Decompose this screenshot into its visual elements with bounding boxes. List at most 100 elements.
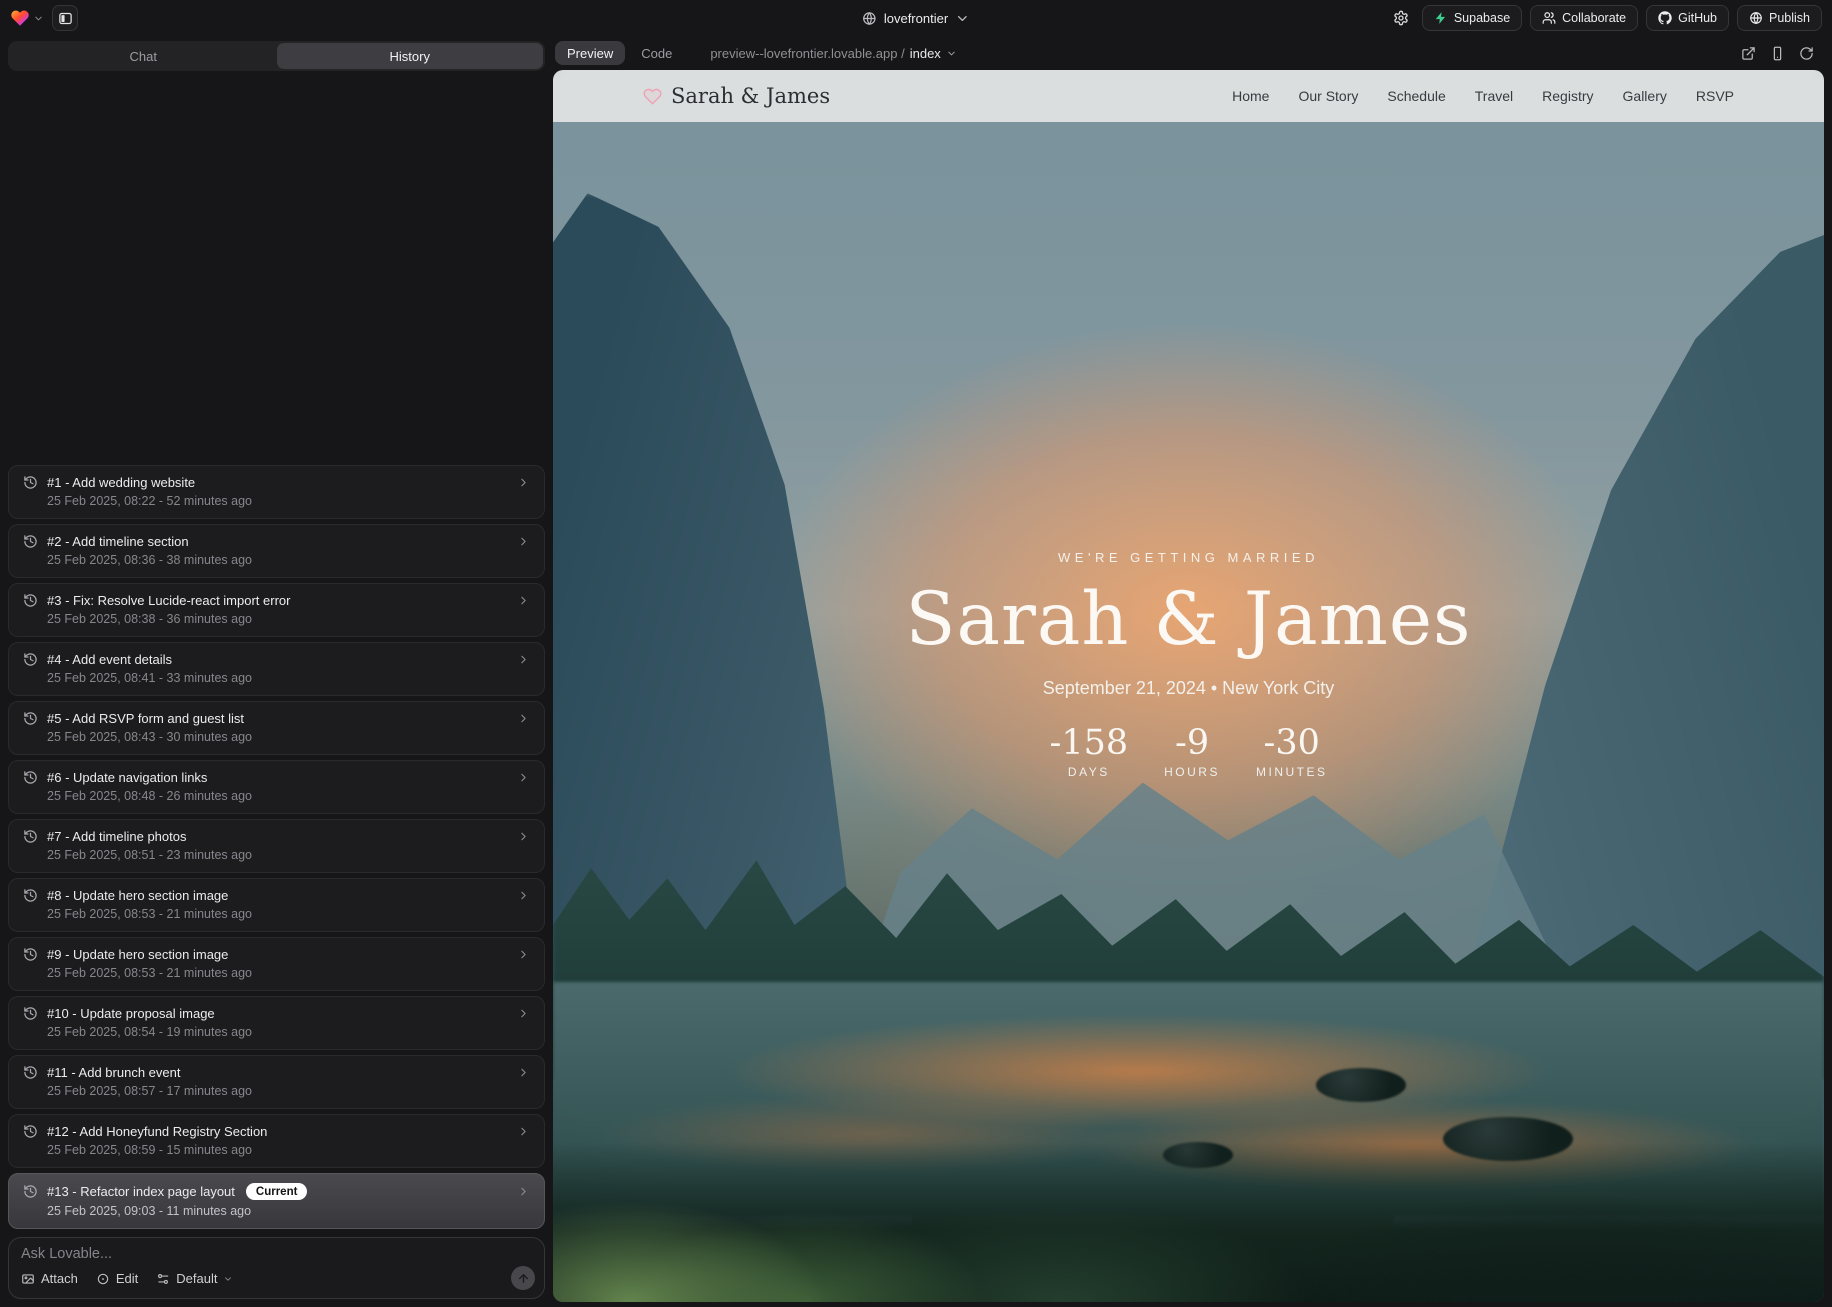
users-icon <box>1542 11 1556 25</box>
site-nav: Home Our Story Schedule Travel Registry … <box>1232 88 1734 104</box>
nav-link-rsvp[interactable]: RSVP <box>1696 88 1734 104</box>
chevron-down-icon <box>955 11 970 26</box>
hero-eyebrow: WE'RE GETTING MARRIED <box>1058 550 1319 565</box>
history-item[interactable]: #3 - Fix: Resolve Lucide-react import er… <box>8 583 545 637</box>
history-item[interactable]: #9 - Update hero section image 25 Feb 20… <box>8 937 545 991</box>
preview-url-selector[interactable]: preview--lovefrontier.lovable.app / inde… <box>710 46 956 61</box>
history-icon <box>23 711 38 726</box>
image-icon <box>21 1272 35 1286</box>
attach-button[interactable]: Attach <box>21 1271 78 1286</box>
nav-link-travel[interactable]: Travel <box>1475 88 1513 104</box>
history-item[interactable]: #11 - Add brunch event 25 Feb 2025, 08:5… <box>8 1055 545 1109</box>
history-icon <box>23 1124 38 1139</box>
history-item-timestamp: 25 Feb 2025, 08:41 - 33 minutes ago <box>47 671 530 685</box>
history-item-timestamp: 25 Feb 2025, 08:22 - 52 minutes ago <box>47 494 530 508</box>
history-item-timestamp: 25 Feb 2025, 08:59 - 15 minutes ago <box>47 1143 530 1157</box>
history-item-timestamp: 25 Feb 2025, 08:43 - 30 minutes ago <box>47 730 530 744</box>
history-item-title: #5 - Add RSVP form and guest list <box>47 711 244 726</box>
history-item-title: #7 - Add timeline photos <box>47 829 186 844</box>
countdown-hours-value: -9 <box>1175 726 1209 761</box>
ask-lovable-input[interactable] <box>21 1246 532 1266</box>
edit-label: Edit <box>116 1271 138 1286</box>
nav-link-schedule[interactable]: Schedule <box>1387 88 1445 104</box>
nav-link-gallery[interactable]: Gallery <box>1623 88 1667 104</box>
countdown-days: -158 DAYS <box>1050 726 1129 779</box>
project-switcher[interactable]: lovefrontier <box>862 11 970 26</box>
countdown-days-label: DAYS <box>1068 765 1110 779</box>
preview-url-page: index <box>910 46 941 61</box>
nav-link-our-story[interactable]: Our Story <box>1298 88 1358 104</box>
history-item[interactable]: #7 - Add timeline photos 25 Feb 2025, 08… <box>8 819 545 873</box>
history-item[interactable]: #5 - Add RSVP form and guest list 25 Feb… <box>8 701 545 755</box>
tab-code[interactable]: Code <box>629 41 684 65</box>
chevron-right-icon <box>517 830 530 843</box>
send-button[interactable] <box>511 1266 535 1290</box>
history-item-title: #11 - Add brunch event <box>47 1065 180 1080</box>
chevron-right-icon <box>517 1066 530 1079</box>
history-item-current[interactable]: #13 - Refactor index page layoutCurrent … <box>8 1173 545 1229</box>
sliders-icon <box>156 1272 170 1286</box>
current-badge: Current <box>246 1183 308 1200</box>
history-item[interactable]: #6 - Update navigation links 25 Feb 2025… <box>8 760 545 814</box>
chevron-right-icon <box>517 476 530 489</box>
site-logo[interactable]: Sarah & James <box>643 84 830 108</box>
globe-icon <box>862 11 877 26</box>
publish-label: Publish <box>1769 11 1810 25</box>
history-icon <box>23 1065 38 1080</box>
mobile-view-icon[interactable] <box>1770 46 1785 61</box>
history-item[interactable]: #12 - Add Honeyfund Registry Section 25 … <box>8 1114 545 1168</box>
chevron-right-icon <box>517 535 530 548</box>
history-icon <box>23 829 38 844</box>
sidebar-toggle-button[interactable] <box>52 5 78 31</box>
chevron-right-icon <box>517 889 530 902</box>
publish-button[interactable]: Publish <box>1737 5 1822 31</box>
tab-preview[interactable]: Preview <box>555 41 625 65</box>
history-item-title: #6 - Update navigation links <box>47 770 207 785</box>
collaborate-label: Collaborate <box>1562 11 1626 25</box>
nav-link-registry[interactable]: Registry <box>1542 88 1593 104</box>
chevron-down-icon <box>946 48 957 59</box>
countdown-hours: -9 HOURS <box>1164 726 1220 779</box>
edit-button[interactable]: Edit <box>96 1271 138 1286</box>
collaborate-button[interactable]: Collaborate <box>1530 5 1638 31</box>
chat-composer: Attach Edit Default <box>8 1237 545 1299</box>
tab-history[interactable]: History <box>277 43 544 69</box>
supabase-label: Supabase <box>1454 11 1510 25</box>
history-item[interactable]: #10 - Update proposal image 25 Feb 2025,… <box>8 996 545 1050</box>
site-header: Sarah & James Home Our Story Schedule Tr… <box>553 70 1824 122</box>
chevron-right-icon <box>517 653 530 666</box>
history-item-title: #8 - Update hero section image <box>47 888 228 903</box>
lovable-logo-menu[interactable] <box>10 8 44 28</box>
mode-select[interactable]: Default <box>156 1271 233 1286</box>
history-item[interactable]: #2 - Add timeline section 25 Feb 2025, 0… <box>8 524 545 578</box>
history-item-timestamp: 25 Feb 2025, 08:51 - 23 minutes ago <box>47 848 530 862</box>
history-item[interactable]: #8 - Update hero section image 25 Feb 20… <box>8 878 545 932</box>
history-item-timestamp: 25 Feb 2025, 08:54 - 19 minutes ago <box>47 1025 530 1039</box>
history-item-title: #3 - Fix: Resolve Lucide-react import er… <box>47 593 290 608</box>
panel-tabs: Chat History <box>8 41 545 71</box>
project-name: lovefrontier <box>884 11 948 26</box>
nav-link-home[interactable]: Home <box>1232 88 1269 104</box>
preview-url: preview--lovefrontier.lovable.app / <box>710 46 904 61</box>
arrow-up-icon <box>517 1272 530 1285</box>
tab-chat[interactable]: Chat <box>10 43 277 69</box>
supabase-button[interactable]: Supabase <box>1422 5 1522 31</box>
refresh-icon[interactable] <box>1799 46 1814 61</box>
history-item-timestamp: 25 Feb 2025, 08:48 - 26 minutes ago <box>47 789 530 803</box>
history-item-timestamp: 25 Feb 2025, 08:53 - 21 minutes ago <box>47 907 530 921</box>
gear-icon <box>1393 10 1409 26</box>
site-logo-text: Sarah & James <box>671 84 830 108</box>
history-icon <box>23 652 38 667</box>
chevron-down-icon <box>223 1274 233 1284</box>
settings-button[interactable] <box>1388 5 1414 31</box>
preview-frame: Sarah & James Home Our Story Schedule Tr… <box>553 70 1824 1302</box>
top-bar: lovefrontier Supabase Collaborate GitHub… <box>0 0 1832 36</box>
panel-left-icon <box>58 11 73 26</box>
history-item-title: #2 - Add timeline section <box>47 534 189 549</box>
history-item[interactable]: #4 - Add event details 25 Feb 2025, 08:4… <box>8 642 545 696</box>
open-in-new-tab-icon[interactable] <box>1741 46 1756 61</box>
history-item-timestamp: 25 Feb 2025, 08:36 - 38 minutes ago <box>47 553 530 567</box>
github-button[interactable]: GitHub <box>1646 5 1729 31</box>
history-item[interactable]: #1 - Add wedding website 25 Feb 2025, 08… <box>8 465 545 519</box>
history-item-title: #9 - Update hero section image <box>47 947 228 962</box>
